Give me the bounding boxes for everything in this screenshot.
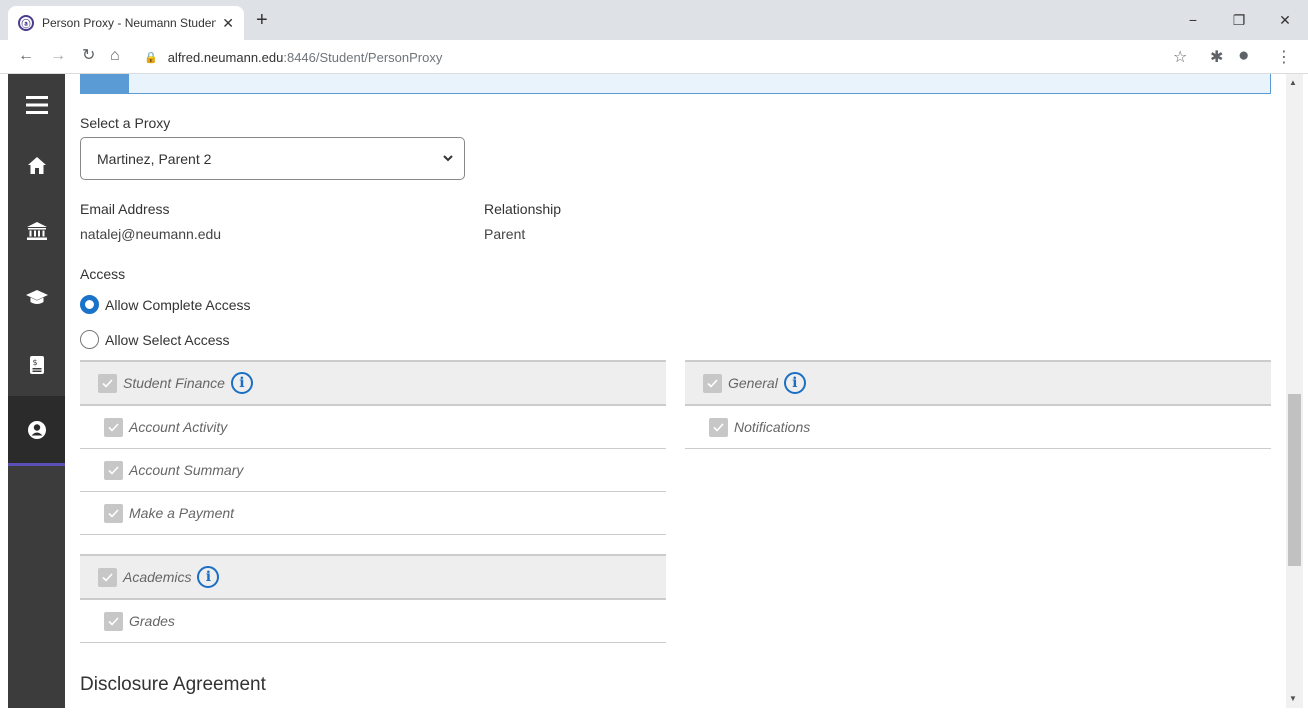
back-icon[interactable]: ← bbox=[18, 46, 34, 66]
permission-label: Make a Payment bbox=[129, 505, 235, 521]
radio-button[interactable] bbox=[80, 330, 99, 349]
scroll-down-icon[interactable]: ▼ bbox=[1289, 694, 1297, 703]
academics-header: Academics i bbox=[80, 554, 666, 600]
permission-row: Account Activity bbox=[80, 406, 666, 449]
radio-select-access[interactable]: Allow Select Access bbox=[80, 330, 230, 349]
minimize-icon[interactable]: − bbox=[1170, 0, 1216, 40]
nav-person-proxy[interactable] bbox=[8, 396, 65, 466]
browser-menu-icon[interactable]: ⋮ bbox=[1276, 47, 1292, 67]
site-favicon-icon: ⓐ bbox=[18, 15, 34, 31]
general-checkbox bbox=[703, 373, 722, 393]
account-activity-checkbox bbox=[104, 417, 123, 437]
permission-label: Account Activity bbox=[129, 419, 228, 435]
page-scrollbar[interactable] bbox=[1286, 74, 1303, 708]
academics-checkbox bbox=[98, 567, 117, 587]
grades-checkbox bbox=[104, 611, 123, 631]
person-proxy-icon bbox=[27, 420, 46, 439]
make-payment-checkbox bbox=[104, 503, 123, 523]
relationship-label: Relationship bbox=[484, 201, 562, 217]
extensions-icon[interactable]: ✱ bbox=[1210, 47, 1223, 67]
notifications-checkbox bbox=[709, 417, 728, 437]
complete-access-label: Allow Complete Access bbox=[105, 296, 251, 313]
permission-row: Make a Payment bbox=[80, 492, 666, 535]
tab-title: Person Proxy - Neumann Studen bbox=[42, 16, 217, 30]
home-page-icon[interactable]: ⌂ bbox=[110, 46, 120, 66]
select-proxy-label: Select a Proxy bbox=[80, 115, 171, 131]
home-icon bbox=[27, 156, 46, 174]
menu-button[interactable] bbox=[8, 74, 65, 136]
svg-text:$: $ bbox=[32, 358, 37, 367]
nav-finance[interactable]: $ bbox=[8, 334, 65, 396]
nav-home[interactable] bbox=[8, 134, 65, 196]
profile-icon[interactable]: ● bbox=[1238, 45, 1249, 67]
chevron-down-icon bbox=[443, 155, 453, 162]
menu-icon bbox=[25, 96, 48, 114]
disclosure-agreement-heading: Disclosure Agreement bbox=[80, 674, 266, 695]
finance-icon: $ bbox=[29, 356, 44, 374]
proxy-select-value: Martinez, Parent 2 bbox=[97, 150, 212, 167]
info-banner bbox=[80, 74, 1271, 94]
student-finance-header: Student Finance i bbox=[80, 360, 666, 406]
account-summary-checkbox bbox=[104, 460, 123, 480]
student-finance-title: Student Finance bbox=[123, 375, 225, 391]
restore-icon[interactable]: ❐ bbox=[1216, 0, 1262, 40]
lock-icon: 🔒 bbox=[144, 51, 158, 64]
academics-title: Academics bbox=[123, 569, 192, 585]
permission-row: Account Summary bbox=[80, 449, 666, 492]
url-field[interactable]: 🔒 alfred.neumann.edu:8446/Student/Person… bbox=[136, 45, 1156, 69]
email-value: natalej@neumann.edu bbox=[80, 226, 222, 242]
general-header: General i bbox=[685, 360, 1271, 406]
banner-stripe bbox=[81, 74, 129, 93]
academics-group: Academics i Grades bbox=[80, 554, 666, 643]
bookmark-star-icon[interactable]: ☆ bbox=[1173, 47, 1187, 67]
close-window-icon[interactable]: ✕ bbox=[1262, 0, 1308, 40]
graduation-cap-icon bbox=[25, 290, 48, 304]
permission-row: Notifications bbox=[685, 406, 1271, 449]
bank-icon bbox=[26, 222, 47, 240]
permission-label: Account Summary bbox=[129, 462, 244, 478]
url-path: :8446/Student/PersonProxy bbox=[283, 49, 443, 65]
proxy-select[interactable]: Martinez, Parent 2 bbox=[80, 137, 465, 180]
email-label: Email Address bbox=[80, 201, 170, 217]
student-finance-group: Student Finance i Account Activity Accou… bbox=[80, 360, 666, 535]
scrollbar-thumb[interactable] bbox=[1288, 394, 1301, 566]
relationship-value: Parent bbox=[484, 226, 526, 242]
permission-label: Grades bbox=[129, 613, 175, 629]
access-label: Access bbox=[80, 266, 126, 282]
student-finance-checkbox bbox=[98, 373, 117, 393]
url-host: alfred.neumann.edu bbox=[167, 49, 284, 65]
radio-button-checked[interactable] bbox=[80, 295, 99, 314]
info-icon[interactable]: i bbox=[230, 372, 253, 394]
main-content: Select a Proxy Martinez, Parent 2 Email … bbox=[65, 74, 1286, 708]
close-tab-icon[interactable]: ✕ bbox=[222, 15, 234, 32]
nav-academics[interactable] bbox=[8, 267, 65, 329]
reload-icon[interactable]: ↻ bbox=[82, 46, 95, 66]
forward-icon[interactable]: → bbox=[50, 46, 66, 66]
browser-tab-strip: ⓐ Person Proxy - Neumann Studen ✕ + − ❐ … bbox=[0, 0, 1308, 40]
select-access-label: Allow Select Access bbox=[105, 331, 230, 348]
permission-row: Grades bbox=[80, 600, 666, 643]
new-tab-icon[interactable]: + bbox=[256, 10, 268, 30]
info-icon[interactable]: i bbox=[783, 372, 806, 394]
left-navigation: $ bbox=[8, 74, 65, 708]
general-group: General i Notifications bbox=[685, 360, 1271, 449]
scroll-up-icon[interactable]: ▲ bbox=[1289, 78, 1297, 87]
info-icon[interactable]: i bbox=[197, 566, 220, 588]
nav-banking[interactable] bbox=[8, 200, 65, 262]
radio-complete-access[interactable]: Allow Complete Access bbox=[80, 295, 251, 314]
browser-tab[interactable]: ⓐ Person Proxy - Neumann Studen ✕ bbox=[8, 6, 244, 40]
general-title: General bbox=[728, 375, 778, 391]
window-controls: − ❐ ✕ bbox=[1170, 0, 1308, 40]
permission-label: Notifications bbox=[734, 419, 811, 435]
address-bar: ← → ↻ ⌂ 🔒 alfred.neumann.edu:8446/Studen… bbox=[0, 40, 1308, 74]
